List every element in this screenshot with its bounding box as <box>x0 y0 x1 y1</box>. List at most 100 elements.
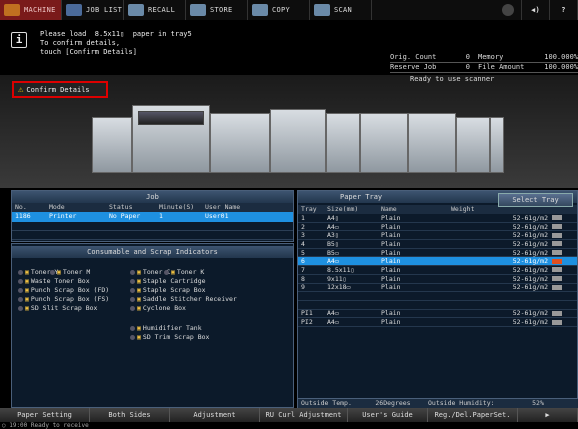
warning-icon: ⚠ <box>18 84 24 95</box>
consumable-label: Staple Scrap Box <box>142 286 206 294</box>
tray-cell: 5 <box>301 248 305 257</box>
tray-column-header: Size(mm) <box>327 205 359 213</box>
tray-level-icon <box>552 224 562 230</box>
machine-icon <box>4 4 20 16</box>
job-row[interactable]: 1186 Printer No Paper 1 User01 <box>12 212 293 222</box>
consumable-item: ▣ Punch Scrap Box (FS) <box>18 295 109 303</box>
speaker-icon[interactable]: ◀) <box>522 0 550 20</box>
tray-row[interactable]: 3 A3▯ Plain 52-61g/m2 <box>298 231 577 241</box>
consumable-label: SD Trim Scrap Box <box>142 333 210 341</box>
tab-store[interactable]: STORE <box>186 0 248 20</box>
info-icon: i <box>11 32 27 48</box>
tray-level-icon <box>552 310 562 316</box>
status-dot-icon <box>130 269 135 275</box>
tray-level-icon <box>552 232 562 238</box>
tab-label: STORE <box>210 6 233 14</box>
tab-copy[interactable]: COPY <box>248 0 310 20</box>
consumable-icon: ▣ <box>25 304 29 312</box>
consumable-label: Humidifier Tank <box>142 324 202 332</box>
environment-bar: Outside Temp. 26Degrees Outside Humidity… <box>298 398 578 408</box>
job-cell: Printer <box>49 212 77 220</box>
tray-cell: Plain <box>381 309 401 318</box>
tray-row-empty <box>298 301 577 310</box>
status-circle-icon[interactable] <box>494 0 522 20</box>
bottom-button-reg-del-paperset-[interactable]: Reg./Del.PaperSet. <box>428 408 518 422</box>
consumable-label: Toner K <box>176 268 205 276</box>
tray-row[interactable]: 4 B5▯ Plain 52-61g/m2 <box>298 240 577 249</box>
tab-job-list[interactable]: JOB LIST <box>62 0 124 20</box>
tray-cell: B5▭ <box>327 248 339 257</box>
help-icon[interactable]: ? <box>550 0 578 20</box>
consumable-item: ▣ Punch Scrap Box (FD) <box>18 286 109 294</box>
bottom-button-both-sides[interactable]: Both Sides <box>90 408 170 422</box>
tray-cell: 7 <box>301 265 305 274</box>
next-arrow-button[interactable]: ▶ <box>518 408 578 422</box>
bottom-toolbar: Paper Setting Both Sides Adjustment RU Curl… <box>0 408 578 422</box>
bottom-button-paper-setting[interactable]: Paper Setting <box>0 408 90 422</box>
tray-row[interactable]: PI1 A4▭ Plain 52-61g/m2 <box>298 309 577 319</box>
status-dot-icon <box>50 269 55 275</box>
tray-cell: Plain <box>381 274 401 283</box>
select-tray-button[interactable]: Select Tray <box>498 193 573 207</box>
status-line: ○ 19:00 Ready to receive <box>2 422 89 429</box>
consumable-icon: ▣ <box>137 304 141 312</box>
tray-cell: B5▯ <box>327 239 339 248</box>
confirm-details-button[interactable]: ⚠ Confirm Details <box>12 81 108 98</box>
tray-row-empty <box>298 292 577 301</box>
bottom-button-user-s-guide[interactable]: User's Guide <box>348 408 428 422</box>
status-dot-icon <box>164 269 169 275</box>
status-dot-icon <box>18 278 23 284</box>
tab-spacer <box>372 0 494 20</box>
tab-recall[interactable]: RECALL <box>124 0 186 20</box>
tray-cell: 52-61g/m2 <box>512 248 548 257</box>
tray-row[interactable]: PI2 A4▭ Plain 52-61g/m2 <box>298 318 577 327</box>
job-cell: User01 <box>205 212 229 220</box>
consumable-item: ▣ Waste Toner Box <box>18 277 90 285</box>
consumable-icon: ▣ <box>25 286 29 294</box>
tray-column-header: Name <box>381 205 397 213</box>
consumable-icon: ▣ <box>137 286 141 294</box>
tray-row[interactable]: 5 B5▭ Plain 52-61g/m2 <box>298 249 577 258</box>
tab-scan[interactable]: SCAN <box>310 0 372 20</box>
consumable-icon: ▣ <box>25 295 29 303</box>
consumable-label: Punch Scrap Box (FD) <box>30 286 110 294</box>
store-icon <box>190 4 206 16</box>
consumable-icon: ▣ <box>137 295 141 303</box>
consumable-icon: ▣ <box>137 324 141 332</box>
job-cell: No Paper <box>109 212 141 220</box>
consumable-icon: ▣ <box>57 268 61 276</box>
tray-cell: 2 <box>301 222 305 231</box>
status-dot-icon <box>130 287 135 293</box>
consumable-label: Toner M <box>62 268 91 276</box>
tray-cell: 52-61g/m2 <box>512 265 548 274</box>
tray-row[interactable]: 2 A4▭ Plain 52-61g/m2 <box>298 223 577 232</box>
circle-shape <box>501 4 514 16</box>
consumable-item: ▣ Toner K <box>164 268 204 276</box>
consumable-item: ▣ Humidifier Tank <box>130 324 202 332</box>
tray-row[interactable]: 9 12x18▭ Plain 52-61g/m2 <box>298 283 577 293</box>
job-column-header: Minute(S) <box>159 203 195 211</box>
tray-row[interactable]: 1 A4▯ Plain 52-61g/m2 <box>298 214 577 223</box>
tray-cell: 52-61g/m2 <box>512 283 548 292</box>
job-cell: 1 <box>159 212 163 220</box>
tray-row[interactable]: 6 A4▭ Plain 52-61g/m2 <box>298 257 577 267</box>
status-dot-icon <box>130 305 135 311</box>
consumable-label: Waste Toner Box <box>30 277 90 285</box>
tab-machine[interactable]: MACHINE <box>0 0 62 20</box>
bottom-button-adjustment[interactable]: Adjustment <box>170 408 260 422</box>
consumable-icon: ▣ <box>25 277 29 285</box>
tray-cell: 8.5x11▯ <box>327 265 355 274</box>
tray-cell: 1 <box>301 213 305 222</box>
job-column-header: No. <box>15 203 27 211</box>
ready-status-text: Ready to use scanner <box>410 75 495 83</box>
tray-row[interactable]: 7 8.5x11▯ Plain 52-61g/m2 <box>298 266 577 275</box>
tray-cell: 52-61g/m2 <box>512 257 548 266</box>
tray-row[interactable]: 8 9x11▯ Plain 52-61g/m2 <box>298 275 577 284</box>
tray-level-icon <box>552 276 562 282</box>
bottom-button-ru-curl-adjustment[interactable]: RU Curl Adjustment <box>260 408 348 422</box>
tray-cell: A4▯ <box>327 213 339 222</box>
status-dot-icon <box>130 325 135 331</box>
tray-cell: Plain <box>381 213 401 222</box>
job-cell: 1186 <box>15 212 31 220</box>
status-dot-icon <box>18 287 23 293</box>
